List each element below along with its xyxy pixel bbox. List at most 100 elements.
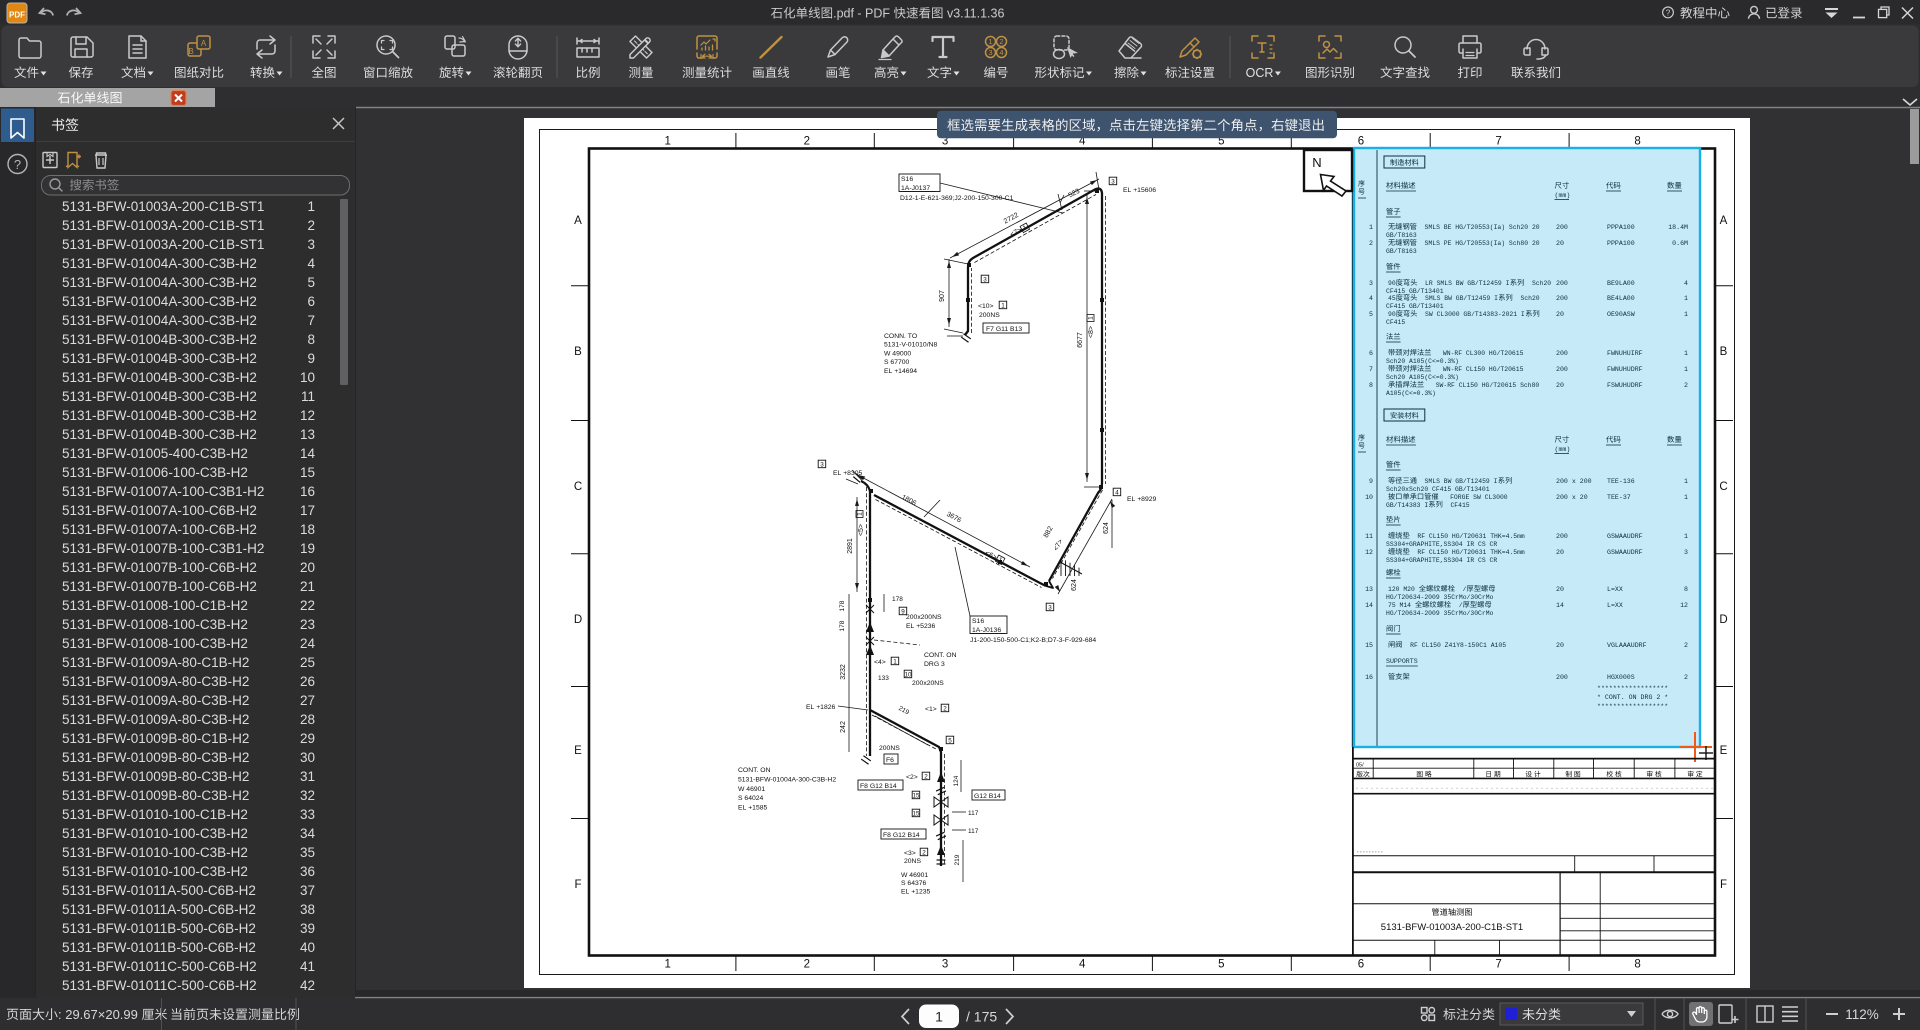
svg-text:2: 2	[307, 218, 315, 233]
svg-text:133: 133	[878, 675, 889, 682]
svg-text:5131-BFW-01008-100-C3B-H2: 5131-BFW-01008-100-C3B-H2	[62, 617, 248, 632]
svg-text:1: 1	[1684, 478, 1688, 485]
svg-text:A: A	[201, 39, 207, 48]
svg-text:A: A	[1720, 215, 1728, 227]
svg-text:5131-BFW-01009A-80-C3B-H2: 5131-BFW-01009A-80-C3B-H2	[62, 693, 249, 708]
svg-text:5131-BFW-01004A-300-C3B-H2: 5131-BFW-01004A-300-C3B-H2	[62, 275, 257, 290]
svg-text:0.6M: 0.6M	[1672, 240, 1688, 247]
svg-text:200NS: 200NS	[979, 312, 1000, 319]
svg-text:6: 6	[1358, 959, 1364, 971]
svg-text:20: 20	[1556, 382, 1564, 389]
svg-text:Sch20: Sch20	[1513, 295, 1540, 302]
svg-text:EL +1585: EL +1585	[738, 805, 768, 812]
svg-text:1: 1	[1684, 366, 1688, 373]
svg-text:FORGE SW CL3000: FORGE SW CL3000	[1439, 494, 1508, 501]
svg-text:2: 2	[922, 849, 926, 856]
svg-text:42: 42	[300, 978, 315, 993]
svg-text:WN-RF CL150 HG/T20615: WN-RF CL150 HG/T20615	[1431, 366, 1523, 373]
svg-text:200: 200	[1556, 224, 1568, 231]
svg-text:20: 20	[1556, 240, 1564, 247]
svg-text:D: D	[1719, 614, 1727, 626]
svg-text:200: 200	[1556, 280, 1568, 287]
svg-text:EL +8305: EL +8305	[833, 470, 863, 477]
svg-text:20NS: 20NS	[904, 858, 921, 865]
svg-text:WN-RF CL300 HG/T20615: WN-RF CL300 HG/T20615	[1431, 350, 1523, 357]
svg-text:75 M14: 75 M14	[1388, 602, 1415, 609]
svg-text:3: 3	[988, 48, 992, 57]
svg-text:G12 B14: G12 B14	[974, 793, 1001, 800]
svg-text:5131-BFW-01004B-300-C3B-H2: 5131-BFW-01004B-300-C3B-H2	[62, 351, 257, 366]
svg-text:10: 10	[300, 370, 315, 385]
svg-text:CF415: CF415	[1386, 319, 1405, 326]
svg-text:<1>: <1>	[925, 706, 937, 713]
svg-text:5131-BFW-01003A-200-C1B-ST1: 5131-BFW-01003A-200-C1B-ST1	[1381, 922, 1523, 933]
svg-text:4: 4	[999, 48, 1003, 57]
svg-text:24: 24	[300, 636, 316, 651]
svg-text:178: 178	[839, 600, 846, 611]
svg-text:(mm): (mm)	[1555, 446, 1571, 453]
svg-text:18.4M: 18.4M	[1668, 224, 1688, 231]
svg-text:12: 12	[1680, 602, 1688, 609]
svg-text:F6: F6	[886, 757, 894, 764]
svg-text:28: 28	[300, 712, 315, 727]
svg-text:10: 10	[1365, 494, 1373, 501]
svg-text:3232: 3232	[840, 664, 847, 680]
svg-text:3: 3	[820, 461, 824, 468]
svg-text:26: 26	[300, 674, 315, 689]
svg-text:6: 6	[1369, 350, 1373, 357]
svg-text:4: 4	[1369, 295, 1373, 302]
svg-text:<10>: <10>	[978, 303, 994, 310]
svg-text:1: 1	[935, 1009, 943, 1025]
svg-text:PPPA100: PPPA100	[1607, 224, 1635, 231]
svg-text:1: 1	[893, 658, 897, 665]
svg-text:2: 2	[999, 37, 1003, 46]
svg-text:90: 90	[1388, 311, 1396, 318]
svg-text:11: 11	[1365, 533, 1373, 540]
svg-text:6: 6	[1358, 136, 1364, 148]
svg-text:2: 2	[1369, 240, 1373, 247]
svg-text:E: E	[1720, 745, 1728, 757]
svg-text:N: N	[1312, 155, 1321, 170]
svg-text:5131-BFW-01011A-500-C6B-H2: 5131-BFW-01011A-500-C6B-H2	[62, 883, 256, 898]
svg-text:C: C	[1719, 481, 1727, 493]
svg-text:<8>: <8>	[1088, 326, 1095, 338]
svg-text:5131-BFW-01011C-500-C6B-H2: 5131-BFW-01011C-500-C6B-H2	[62, 978, 257, 993]
svg-text:1: 1	[307, 199, 315, 214]
svg-text:5131-BFW-01011C-500-C6B-H2: 5131-BFW-01011C-500-C6B-H2	[62, 959, 257, 974]
svg-text:J1-200-150-500-C1;K2-B;D7-3-F-: J1-200-150-500-C1;K2-B;D7-3-F-929-684	[970, 637, 1096, 644]
svg-text:D12-1-E-621-369;J2-200-150-300: D12-1-E-621-369;J2-200-150-300-C1	[900, 195, 1014, 202]
svg-text:SS304+GRAPHITE,SS304 IR CS CR: SS304+GRAPHITE,SS304 IR CS CR	[1386, 557, 1497, 564]
svg-text:SMLS PE HG/T20553(Ia) Sch80 20: SMLS PE HG/T20553(Ia) Sch80 20	[1417, 240, 1540, 247]
svg-text:SUPPORTS: SUPPORTS	[1386, 658, 1418, 665]
svg-text:TEE-136: TEE-136	[1607, 478, 1635, 485]
svg-text:PPPA100: PPPA100	[1607, 240, 1635, 247]
svg-text:907: 907	[939, 290, 946, 302]
svg-text:5131-BFW-01004A-300-C3B-H2: 5131-BFW-01004A-300-C3B-H2	[62, 256, 257, 271]
svg-text:20: 20	[1556, 549, 1564, 556]
svg-text:178: 178	[839, 620, 846, 631]
svg-text:624: 624	[1071, 579, 1078, 591]
svg-text:5131-BFW-01011A-500-C6B-H2: 5131-BFW-01011A-500-C6B-H2	[62, 902, 256, 917]
svg-text:1: 1	[1684, 533, 1688, 540]
svg-text:90: 90	[1388, 280, 1396, 287]
svg-text:200NS: 200NS	[879, 745, 900, 752]
svg-text:<4>: <4>	[874, 659, 886, 666]
svg-text:5131-BFW-01005-400-C3B-H2: 5131-BFW-01005-400-C3B-H2	[62, 446, 248, 461]
svg-text:16: 16	[1365, 674, 1373, 681]
svg-text:L=XX: L=XX	[1607, 586, 1623, 593]
svg-text:5131-BFW-01010-100-C3B-H2: 5131-BFW-01010-100-C3B-H2	[62, 845, 248, 860]
svg-text:8: 8	[1684, 586, 1688, 593]
svg-text:2891: 2891	[847, 538, 854, 554]
svg-text:S16: S16	[972, 618, 984, 625]
svg-text:5131-BFW-01009A-80-C1B-H2: 5131-BFW-01009A-80-C1B-H2	[62, 655, 249, 670]
svg-text:1: 1	[1088, 316, 1095, 320]
svg-text:F8 G12 B14: F8 G12 B14	[860, 783, 897, 790]
svg-text:27: 27	[300, 693, 315, 708]
svg-text:SMLS BW GB/T12459 I: SMLS BW GB/T12459 I	[1417, 295, 1498, 302]
svg-text:9: 9	[307, 351, 315, 366]
svg-text:200: 200	[1556, 533, 1568, 540]
svg-text:200: 200	[1556, 350, 1568, 357]
svg-text:EL +5236: EL +5236	[906, 623, 936, 630]
svg-text:SW-RF CL150 HG/T20615 Sch80: SW-RF CL150 HG/T20615 Sch80	[1424, 382, 1539, 389]
svg-text:F8 G12 B14: F8 G12 B14	[883, 832, 920, 839]
